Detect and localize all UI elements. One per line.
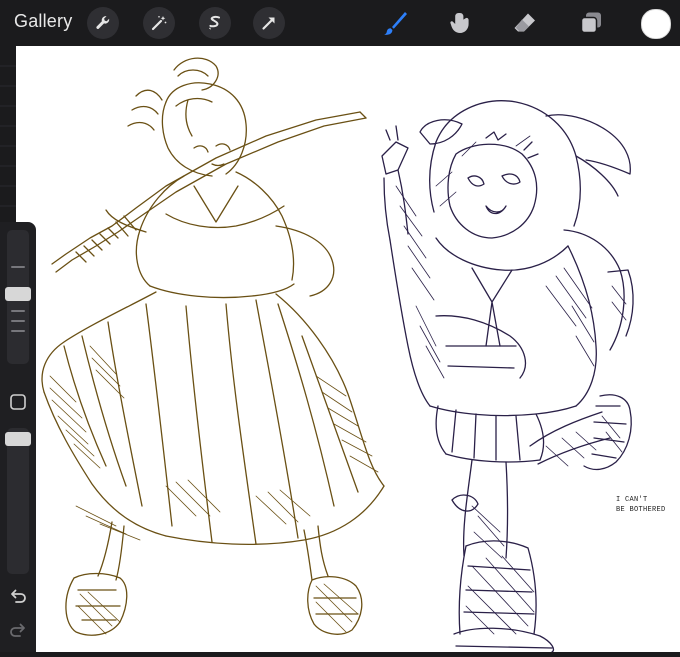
color-picker-button[interactable]	[641, 9, 671, 39]
brush-size-handle[interactable]	[5, 286, 31, 301]
slider-tick	[11, 330, 25, 332]
actions-button[interactable]	[87, 7, 119, 39]
layers-button[interactable]	[574, 6, 608, 40]
top-toolbar: Gallery	[0, 0, 680, 46]
eraser-icon	[514, 13, 535, 32]
undo-button[interactable]	[8, 586, 28, 606]
left-sidebar	[0, 222, 36, 652]
opacity-handle[interactable]	[5, 432, 31, 446]
brush-size-slider[interactable]	[5, 230, 31, 364]
transform-arrow-icon	[262, 17, 275, 30]
slider-tick	[11, 320, 25, 322]
modify-button[interactable]	[9, 393, 27, 411]
brush-tool-button[interactable]	[378, 6, 412, 40]
adjustments-button[interactable]	[143, 7, 175, 39]
eraser-tool-button[interactable]	[508, 6, 542, 40]
smudge-tool-button[interactable]	[443, 6, 477, 40]
canvas-annotation-line-1: I CAN'T	[616, 496, 648, 504]
drawing-canvas[interactable]: I CAN'T BE BOTHERED	[16, 46, 680, 652]
slider-tick	[11, 310, 25, 312]
transform-button[interactable]	[253, 7, 285, 39]
canvas-annotation-line-2: BE BOTHERED	[616, 506, 666, 514]
selection-icon	[209, 15, 220, 30]
magic-wand-icon	[151, 16, 167, 31]
smudge-icon	[450, 13, 469, 33]
slider-tick	[11, 266, 25, 268]
square-icon	[10, 394, 26, 410]
brush-icon	[384, 12, 407, 35]
layers-icon	[580, 12, 601, 34]
redo-button[interactable]	[8, 620, 28, 640]
opacity-slider[interactable]	[5, 428, 31, 574]
selection-button[interactable]	[199, 7, 231, 39]
sketch-artwork: I CAN'T BE BOTHERED	[41, 57, 666, 652]
gallery-button[interactable]: Gallery	[14, 11, 72, 32]
wrench-icon	[96, 16, 110, 30]
